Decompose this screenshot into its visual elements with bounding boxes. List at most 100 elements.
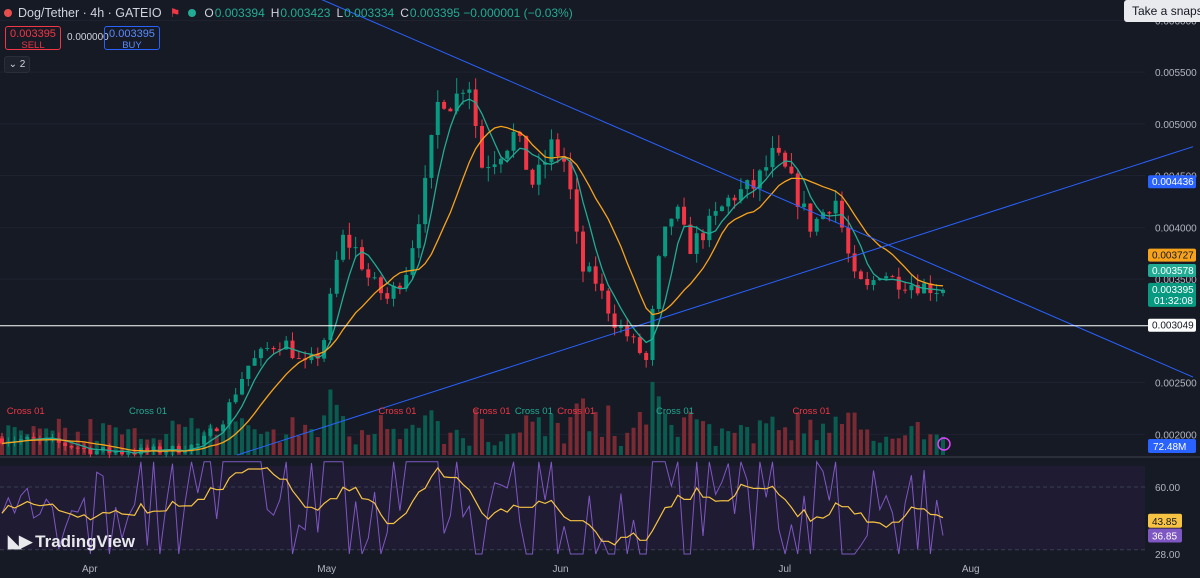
volume-bar bbox=[808, 419, 813, 455]
symbol-title[interactable]: Dog/Tether · 4h · GATEIO bbox=[18, 6, 162, 20]
volume-bar bbox=[549, 414, 554, 455]
candle-body bbox=[296, 358, 301, 360]
volume-bar bbox=[442, 443, 447, 455]
high-value: 0.003423 bbox=[280, 6, 331, 20]
volume-bar bbox=[568, 417, 573, 455]
volume-bar bbox=[353, 444, 358, 455]
volume-bar bbox=[650, 381, 655, 455]
volume-bar bbox=[454, 429, 459, 455]
volume-bar bbox=[814, 440, 819, 455]
candle-body bbox=[669, 218, 674, 227]
volume-bar bbox=[599, 436, 604, 455]
volume-bar bbox=[410, 424, 415, 455]
volume-bar bbox=[941, 436, 945, 455]
volume-bar bbox=[757, 420, 762, 455]
buy-price: 0.003395 bbox=[109, 28, 155, 40]
volume-bar bbox=[682, 417, 687, 455]
volume-bar bbox=[852, 412, 857, 455]
y-tick-label: 0.005000 bbox=[1155, 120, 1197, 131]
volume-bar bbox=[726, 431, 731, 455]
candle-body bbox=[644, 352, 649, 361]
candle-body bbox=[530, 169, 535, 185]
cross-label: Cross 01 bbox=[473, 406, 511, 417]
candle-body bbox=[903, 289, 908, 291]
candle-body bbox=[707, 215, 712, 241]
flag-icon[interactable]: ⚑ bbox=[170, 6, 181, 20]
spread-value: 0.000000 bbox=[67, 32, 109, 43]
volume-bar bbox=[366, 434, 371, 455]
cross-label: Cross 01 bbox=[378, 406, 416, 417]
volume-bar bbox=[909, 426, 914, 455]
candle-body bbox=[467, 89, 472, 93]
volume-bar bbox=[719, 428, 724, 455]
volume-bar bbox=[479, 418, 484, 455]
candle-body bbox=[435, 101, 440, 135]
volume-bar bbox=[195, 428, 200, 455]
candle-body bbox=[94, 450, 99, 454]
volume-bar bbox=[296, 435, 301, 455]
buy-label: BUY bbox=[122, 40, 142, 51]
candle-body bbox=[69, 445, 74, 448]
open-value: 0.003394 bbox=[214, 6, 265, 20]
volume-bar bbox=[347, 436, 352, 455]
market-status-icon bbox=[188, 9, 197, 17]
candle-body bbox=[524, 135, 529, 170]
price-chart-svg[interactable]: 0.0060000.0055000.0050000.0045000.004000… bbox=[0, 0, 1200, 578]
candle-body bbox=[934, 293, 939, 295]
volume-bar bbox=[858, 429, 863, 455]
candle-body bbox=[884, 276, 889, 279]
buy-button[interactable]: 0.003395 BUY bbox=[104, 26, 160, 51]
volume-bar bbox=[271, 429, 276, 455]
cross-label: Cross 01 bbox=[792, 406, 830, 417]
symbol-logo-icon bbox=[4, 9, 12, 17]
candle-body bbox=[713, 211, 718, 216]
candle-body bbox=[606, 290, 611, 314]
candle-body bbox=[208, 428, 213, 436]
candle-body bbox=[233, 394, 238, 403]
candle-body bbox=[701, 233, 706, 241]
candle-body bbox=[574, 189, 579, 232]
volume-bar bbox=[429, 410, 434, 455]
x-tick-label: Apr bbox=[82, 564, 98, 575]
indicator-collapse-button[interactable]: ⌄ 2 bbox=[4, 56, 30, 73]
chart-root[interactable]: 0.0060000.0055000.0050000.0045000.004000… bbox=[0, 0, 1200, 578]
volume-bar bbox=[562, 443, 567, 455]
candle-body bbox=[675, 206, 680, 219]
volume-bar bbox=[745, 426, 750, 455]
candle-body bbox=[631, 336, 636, 338]
close-value: 0.003395 −0.000001 (−0.03%) bbox=[409, 6, 573, 20]
volume-bar bbox=[795, 412, 800, 455]
candle-body bbox=[770, 147, 775, 168]
candle-body bbox=[372, 277, 377, 279]
countdown-label: 01:32:08 bbox=[1154, 296, 1193, 307]
y-tick-label: 0.005500 bbox=[1155, 68, 1197, 79]
candle-body bbox=[246, 365, 251, 379]
candle-body bbox=[359, 247, 364, 270]
volume-bar bbox=[309, 429, 314, 455]
y-tick-label: 0.002500 bbox=[1155, 379, 1197, 390]
volume-bar bbox=[385, 429, 390, 455]
volume-bar bbox=[239, 418, 244, 455]
volume-bar bbox=[517, 432, 522, 455]
candle-body bbox=[239, 378, 244, 395]
candle-body bbox=[214, 428, 219, 432]
candle-body bbox=[195, 444, 200, 446]
volume-bar bbox=[877, 442, 882, 455]
volume-bar bbox=[416, 427, 421, 455]
candle-body bbox=[164, 451, 169, 453]
tradingview-logo[interactable]: ◣▶ TradingView bbox=[8, 532, 135, 552]
candle-body bbox=[599, 283, 604, 291]
volume-bar bbox=[802, 433, 807, 455]
candle-body bbox=[732, 197, 737, 201]
candle-body bbox=[808, 203, 813, 232]
volume-bar bbox=[821, 423, 826, 455]
volume-bar bbox=[391, 428, 396, 455]
volume-bar bbox=[663, 413, 668, 455]
cross-label: Cross 01 bbox=[7, 406, 45, 417]
candle-body bbox=[827, 212, 832, 214]
candle-body bbox=[227, 402, 232, 425]
candle-body bbox=[385, 293, 390, 299]
sell-button[interactable]: 0.003395 SELL bbox=[5, 26, 61, 51]
volume-bar bbox=[631, 427, 636, 455]
cross-label: Cross 01 bbox=[129, 406, 167, 417]
